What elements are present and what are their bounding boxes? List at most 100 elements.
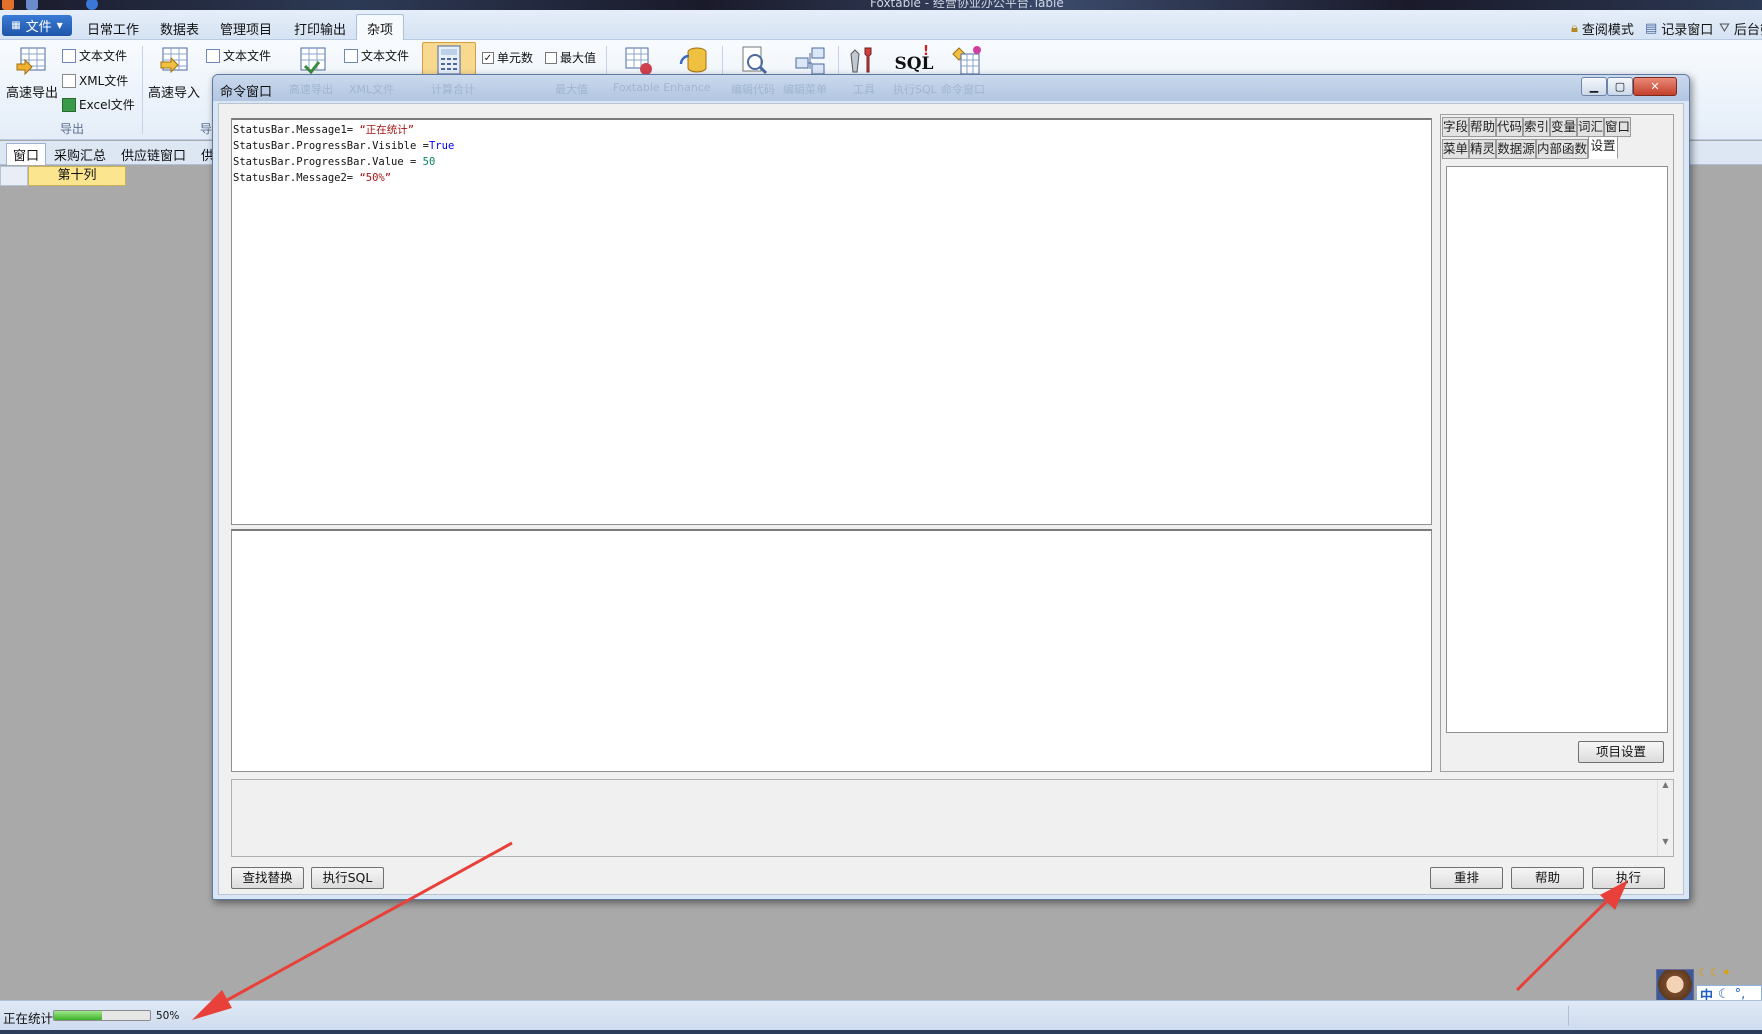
file-menu-button[interactable]: ▦ 文件 ▼ — [2, 15, 72, 36]
scroll-up-icon[interactable]: ▲ — [1658, 780, 1673, 789]
message-area[interactable]: ▲ ▼ — [231, 779, 1674, 857]
save-icon[interactable] — [26, 0, 38, 10]
rearrange-button[interactable]: 重排 — [1430, 867, 1503, 889]
execute-button[interactable]: 执行 — [1592, 867, 1665, 889]
window-tab-main[interactable]: 窗口 — [6, 143, 47, 165]
ghost-ribbon-text: 计算合计 — [431, 83, 475, 96]
code-operator: = — [403, 156, 423, 168]
helper-panel: 字段 帮助 代码 索引 变量 词汇 窗口 菜单 精灵 数据源 内部函数 设置 项… — [1440, 114, 1674, 772]
tab-misc[interactable]: 杂项 — [356, 14, 405, 40]
tab-daily-work[interactable]: 日常工作 — [87, 19, 139, 38]
status-progress-bar — [53, 1010, 151, 1021]
arrow-to-execute-button — [1515, 886, 1622, 992]
status-bar: 正在统计 50% — [0, 1000, 1762, 1030]
output-area[interactable] — [231, 529, 1432, 772]
side-tab-window[interactable]: 窗口 — [1604, 117, 1631, 137]
text-file-icon — [344, 48, 358, 63]
code-operator: = — [416, 140, 429, 152]
help-button[interactable]: 帮助 — [1511, 867, 1584, 889]
table-import-icon — [160, 47, 188, 74]
project-settings-button[interactable]: 项目设置 — [1578, 741, 1664, 763]
query-mode-button[interactable]: 🔒︎ 查阅模式 — [1571, 19, 1634, 38]
xml-file-icon — [62, 73, 76, 88]
find-replace-button[interactable]: 查找替换 — [231, 867, 304, 889]
code-value: True — [428, 140, 455, 152]
side-tab-variables[interactable]: 变量 — [1550, 117, 1577, 137]
export-excel-file-button[interactable]: Excel文件 — [62, 96, 135, 113]
side-tab-wizard[interactable]: 精灵 — [1469, 139, 1496, 159]
close-button[interactable]: ✕ — [1633, 77, 1677, 96]
import-text-file-button[interactable]: 文本文件 — [206, 47, 271, 64]
import-group-label: 导 — [200, 122, 213, 136]
chevron-down-icon: ▼ — [56, 21, 63, 30]
menu-bar: ▦ 文件 ▼ 日常工作 数据表 管理项目 打印输出 杂项 🔒︎ 查阅模式 ▤ 记… — [0, 10, 1762, 40]
cell-count-checkbox[interactable]: ✓ 单元数 — [482, 49, 533, 66]
taskbar-strip — [0, 1030, 1762, 1034]
query-mode-label: 查阅模式 — [1581, 23, 1634, 38]
ghost-ribbon-text: 最大值 — [555, 83, 588, 96]
tab-manage-project[interactable]: 管理项目 — [220, 19, 272, 38]
fast-export-label: 高速导出 — [5, 86, 58, 101]
excel-file-icon — [62, 97, 76, 112]
code-editor[interactable]: StatusBar.Message1= “正在统计” StatusBar.Prog… — [231, 118, 1432, 525]
ghost-ribbon-text: 工具 — [853, 83, 875, 96]
background-filter-button[interactable]: ⛛ 后台筛 — [1719, 19, 1762, 38]
tools-icon — [850, 47, 872, 73]
status-message-1: 正在统计 — [3, 1011, 54, 1026]
side-tab-builtin-functions[interactable]: 内部函数 — [1536, 139, 1588, 159]
side-tab-vocabulary[interactable]: 词汇 — [1577, 117, 1604, 137]
scroll-down-icon[interactable]: ▼ — [1658, 837, 1673, 846]
minimize-button[interactable]: ▁ — [1581, 77, 1607, 96]
window-tab-purchase-summary[interactable]: 采购汇总 — [48, 144, 112, 165]
code-object: StatusBar.Message2 — [233, 172, 347, 184]
fast-import-label: 高速导入 — [147, 86, 200, 101]
window-icon: ▤ — [1645, 21, 1658, 36]
fast-export-button[interactable]: 高速导出 — [2, 44, 62, 101]
ghost-ribbon-text: 高速导出 — [289, 83, 333, 96]
code-object: StatusBar.ProgressBar.Visible — [233, 140, 417, 152]
fast-import-button[interactable]: 高速导入 — [144, 44, 204, 101]
misc-text-file-label: 文本文件 — [361, 49, 410, 63]
code-value: “正在统计” — [359, 124, 415, 136]
code-line: StatusBar.Message2= “50%” — [233, 170, 1430, 186]
ghost-ribbon-text: Foxtable Enhance — [613, 81, 711, 94]
background-filter-label: 后台筛 — [1733, 23, 1762, 38]
magnifier-icon — [742, 46, 768, 75]
export-text-file-button[interactable]: 文本文件 — [62, 47, 127, 64]
record-window-button[interactable]: ▤ 记录窗口 — [1645, 19, 1713, 38]
tab-print-output[interactable]: 打印输出 — [294, 19, 346, 38]
side-tab-index[interactable]: 索引 — [1523, 117, 1550, 137]
export-group-label: 导出 — [60, 122, 85, 136]
tab-data-table[interactable]: 数据表 — [160, 19, 199, 38]
sql-button[interactable]: SQL ! — [884, 44, 944, 74]
side-tab-settings[interactable]: 设置 — [1588, 136, 1618, 159]
ghost-ribbon-text: 执行SQL — [893, 83, 937, 96]
command-window-titlebar[interactable]: 命令窗口 高速导出 XML文件 计算合计 最大值 Foxtable Enhanc… — [213, 75, 1689, 101]
export-xml-file-button[interactable]: XML文件 — [62, 72, 128, 89]
max-value-checkbox[interactable]: 最大值 — [545, 49, 596, 66]
misc-text-file-button[interactable]: 文本文件 — [344, 47, 409, 64]
grid-column-header[interactable]: 第十列 — [28, 166, 126, 186]
progress-fill — [54, 1011, 102, 1020]
code-operator: = — [346, 124, 360, 136]
exec-sql-button[interactable]: 执行SQL — [311, 867, 384, 889]
window-tab-supply-chain[interactable]: 供应链窗口 — [115, 144, 192, 165]
side-tab-help[interactable]: 帮助 — [1469, 117, 1496, 137]
command-window-body: StatusBar.Message1= “正在统计” StatusBar.Prog… — [218, 103, 1684, 895]
side-tab-menu[interactable]: 菜单 — [1442, 139, 1469, 159]
help-icon[interactable] — [86, 0, 98, 10]
maximize-button[interactable]: ▢ — [1607, 77, 1633, 96]
moon-icon: ☾☾✦ — [1698, 966, 1733, 979]
grid-corner[interactable] — [0, 166, 28, 186]
app-title-bar: Foxtable - 经营协业办公平台.Table — [0, 0, 1762, 10]
side-tab-fields[interactable]: 字段 — [1442, 117, 1469, 137]
code-line: StatusBar.ProgressBar.Value = 50 — [233, 154, 1430, 170]
side-tab-datasource[interactable]: 数据源 — [1496, 139, 1536, 159]
ghost-ribbon-text: XML文件 — [349, 83, 395, 96]
filter-icon: ⛛ — [1719, 21, 1730, 36]
lock-icon: 🔒︎ — [1571, 21, 1578, 36]
code-object: StatusBar.ProgressBar.Value — [233, 156, 404, 168]
side-tab-code[interactable]: 代码 — [1496, 117, 1523, 137]
message-scrollbar[interactable]: ▲ ▼ — [1657, 780, 1673, 856]
settings-panel-content[interactable] — [1446, 166, 1668, 733]
